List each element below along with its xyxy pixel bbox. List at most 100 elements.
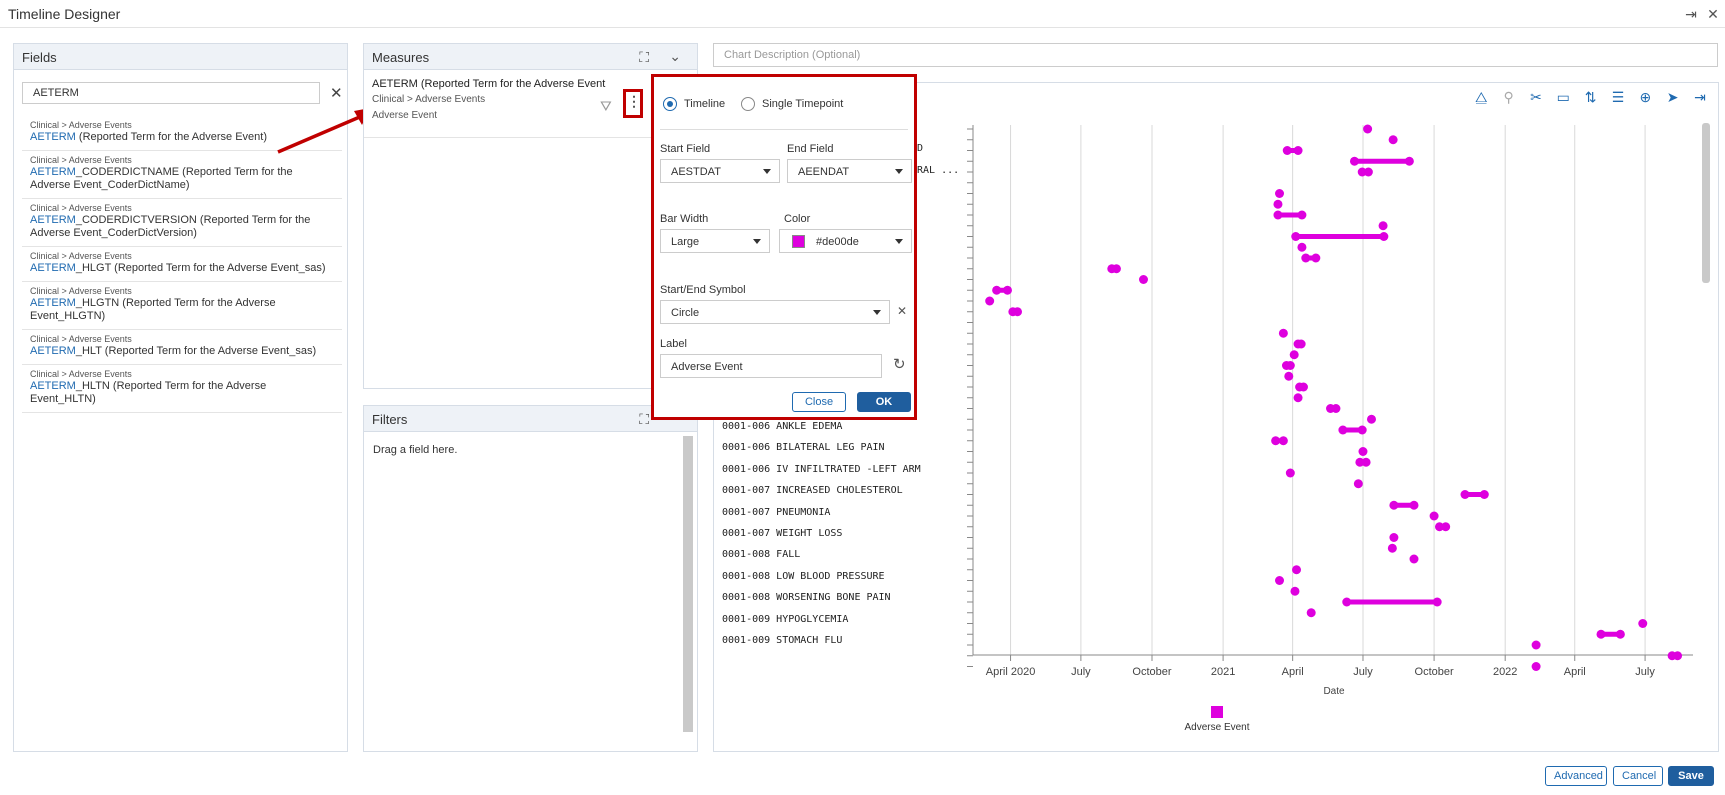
x-tick-label: October	[1132, 666, 1172, 678]
event-start-marker	[1271, 436, 1281, 446]
legend-swatch[interactable]	[1211, 706, 1223, 718]
event-end-marker	[1311, 253, 1321, 263]
end-field-label: End Field	[787, 143, 834, 155]
event-start-marker	[985, 296, 995, 306]
event-start-marker	[1291, 232, 1301, 241]
event-start-marker	[1342, 597, 1352, 607]
event-start-marker	[1285, 468, 1295, 478]
event-start-marker	[1531, 662, 1541, 671]
event-end-marker	[1357, 425, 1367, 435]
event-start-marker	[1363, 124, 1373, 134]
label-input[interactable]: Adverse Event	[660, 354, 882, 378]
event-start-marker	[1284, 371, 1294, 381]
event-start-marker	[1275, 189, 1285, 198]
event-end-marker	[1404, 156, 1414, 166]
event-start-marker	[1596, 629, 1606, 639]
event-start-marker	[1460, 490, 1470, 499]
x-tick-label: July	[1635, 666, 1655, 678]
event-end-marker	[1379, 232, 1389, 241]
label-field-label: Label	[660, 338, 687, 350]
event-end-marker	[1285, 361, 1295, 370]
bar-width-label: Bar Width	[660, 213, 709, 225]
event-start-marker	[1389, 500, 1399, 510]
timeline-radio[interactable]	[663, 97, 677, 111]
event-start-marker	[1388, 135, 1398, 145]
event-start-marker	[1429, 511, 1439, 521]
legend-label[interactable]: Adverse Event	[1184, 722, 1249, 733]
event-start-marker	[1338, 425, 1348, 435]
event-end-marker	[1013, 307, 1023, 317]
x-tick-label: April	[1281, 666, 1304, 678]
event-end-marker	[1409, 500, 1419, 510]
advanced-button[interactable]: Advanced	[1545, 766, 1607, 786]
color-swatch	[792, 235, 805, 248]
x-axis-label: Date	[1323, 686, 1345, 697]
event-start-marker	[1358, 447, 1368, 456]
timeline-label: Timeline	[684, 98, 726, 110]
event-end-marker	[1331, 404, 1341, 413]
close-button[interactable]: Close	[792, 392, 846, 412]
x-tick-label: July	[1071, 666, 1091, 678]
event-end-marker	[1363, 167, 1373, 177]
reset-icon[interactable]: ↻	[893, 357, 906, 373]
event-start-marker	[1531, 640, 1541, 650]
event-start-marker	[1387, 543, 1397, 553]
start-field-label: Start Field	[660, 143, 711, 155]
event-start-marker	[1273, 199, 1283, 209]
event-start-marker	[1378, 221, 1388, 231]
x-tick-label: April 2020	[985, 666, 1036, 678]
single-timepoint-label: Single Timepoint	[762, 98, 844, 110]
event-end-marker	[1432, 597, 1442, 607]
event-start-marker	[1353, 479, 1363, 489]
event-start-marker	[1293, 393, 1303, 403]
event-start-marker	[1638, 619, 1648, 628]
event-end-marker	[1673, 651, 1683, 661]
event-start-marker	[1301, 253, 1311, 263]
event-end-marker	[1278, 436, 1288, 446]
bar-width-select[interactable]: Large	[660, 229, 770, 253]
event-end-marker	[1293, 146, 1303, 155]
event-start-marker	[1409, 554, 1419, 564]
event-start-marker	[1289, 350, 1299, 360]
popup-divider	[660, 129, 908, 130]
event-end-marker	[1298, 382, 1308, 392]
event-start-marker	[1273, 210, 1283, 220]
event-end-marker	[1111, 264, 1121, 274]
ok-button[interactable]: OK	[857, 392, 911, 412]
event-start-marker	[1292, 565, 1302, 575]
color-label: Color	[784, 213, 811, 225]
event-start-marker	[1275, 576, 1285, 585]
x-tick-label: October	[1414, 666, 1454, 678]
measure-settings-popup: Timeline Single Timepoint Start Field AE…	[651, 74, 917, 420]
end-field-select[interactable]: AEENDAT	[787, 159, 912, 183]
x-tick-label: April	[1563, 666, 1586, 678]
event-start-marker	[1306, 608, 1316, 618]
x-tick-label: 2021	[1210, 666, 1236, 678]
save-button[interactable]: Save	[1668, 766, 1714, 786]
event-start-marker	[992, 285, 1002, 295]
event-start-marker	[1297, 242, 1307, 252]
event-start-marker	[1349, 156, 1359, 166]
color-select[interactable]: #de00de	[779, 229, 912, 253]
event-start-marker	[1138, 275, 1148, 284]
x-tick-label: 2022	[1492, 666, 1518, 678]
event-start-marker	[1290, 586, 1300, 596]
event-start-marker	[1278, 328, 1288, 338]
cancel-button[interactable]: Cancel	[1613, 766, 1663, 786]
x-tick-label: July	[1353, 666, 1373, 678]
symbol-select[interactable]: Circle	[660, 300, 890, 324]
event-end-marker	[1002, 285, 1012, 295]
event-end-marker	[1297, 210, 1307, 220]
event-start-marker	[1366, 414, 1376, 424]
event-end-marker	[1296, 339, 1306, 349]
start-field-select[interactable]: AESTDAT	[660, 159, 780, 183]
single-timepoint-radio[interactable]	[741, 97, 755, 111]
event-end-marker	[1615, 629, 1625, 639]
clear-symbol-icon[interactable]: ✕	[897, 303, 907, 319]
event-start-marker	[1282, 146, 1292, 155]
event-end-marker	[1441, 522, 1451, 532]
event-start-marker	[1389, 533, 1399, 542]
event-end-marker	[1479, 490, 1489, 499]
symbol-label: Start/End Symbol	[660, 284, 746, 296]
event-end-marker	[1361, 457, 1371, 467]
